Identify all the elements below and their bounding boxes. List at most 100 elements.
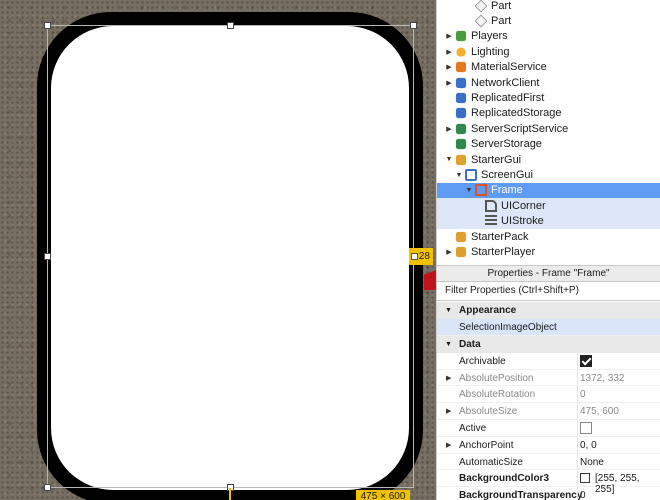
collapse-arrow-icon[interactable]: ▼ — [455, 172, 463, 179]
explorer-item[interactable]: ▼ StarterGui — [437, 152, 660, 167]
checkbox-unchecked[interactable] — [580, 422, 592, 434]
explorer-item[interactable]: ReplicatedFirst — [437, 90, 660, 105]
players-icon — [455, 31, 467, 42]
property-name: Active — [459, 423, 487, 434]
resize-handle-left[interactable] — [44, 253, 51, 260]
column-divider — [577, 403, 578, 419]
corner-radius-handle-icon — [411, 253, 418, 260]
collapse-arrow-icon[interactable]: ▼ — [465, 187, 473, 194]
property-name: BackgroundColor3 — [459, 473, 550, 485]
explorer-item[interactable]: ▶ ServerScriptService — [437, 121, 660, 136]
property-value[interactable]: 475, 600 — [580, 406, 619, 417]
explorer-item-label: ReplicatedStorage — [471, 107, 562, 120]
material-service-icon — [455, 62, 467, 73]
replicated-storage-icon — [455, 108, 467, 119]
explorer-item-label: UIStroke — [501, 215, 544, 228]
checkbox-checked[interactable] — [580, 354, 592, 367]
property-section-data[interactable]: ▼ Data — [437, 335, 660, 353]
frame-fill[interactable] — [51, 26, 409, 490]
column-divider — [577, 487, 578, 500]
explorer-item[interactable]: ServerStorage — [437, 137, 660, 152]
property-value[interactable]: 0, 0 — [580, 440, 597, 451]
starter-pack-icon — [455, 231, 467, 242]
property-value[interactable]: 0 — [580, 389, 586, 400]
explorer-panel: Part Part ▶ Players ▶ Lighting ▶ MaterialServic… — [436, 0, 660, 265]
expand-arrow-icon[interactable]: ▶ — [445, 79, 453, 87]
property-row[interactable]: BackgroundColor3 [255, 255, 255] — [437, 470, 660, 495]
color-swatch[interactable] — [580, 473, 590, 484]
explorer-item-label: Frame — [491, 184, 523, 197]
explorer-item-label: MaterialService — [471, 61, 547, 74]
column-divider — [577, 352, 578, 369]
expand-arrow-icon[interactable]: ▶ — [446, 374, 451, 382]
explorer-item[interactable]: ▼ ScreenGui — [437, 167, 660, 182]
replicated-first-icon — [455, 92, 467, 104]
property-row[interactable]: ▶ AbsolutePosition 1372, 332 — [437, 369, 660, 387]
properties-filter-input[interactable]: Filter Properties (Ctrl+Shift+P) — [437, 282, 660, 301]
explorer-item[interactable]: ▼ Frame — [437, 182, 660, 199]
column-divider — [577, 420, 578, 436]
expand-arrow-icon[interactable]: ▶ — [445, 48, 453, 56]
property-name: Archivable — [459, 355, 506, 367]
explorer-item[interactable]: ▶ StarterPlayer — [437, 244, 660, 259]
screen-gui-icon — [465, 169, 477, 182]
property-value[interactable]: 0 — [580, 490, 586, 500]
starter-player-icon — [455, 246, 467, 258]
property-name: AutomaticSize — [459, 456, 523, 468]
property-row[interactable]: SelectionImageObject — [437, 319, 660, 336]
property-name: AnchorPoint — [459, 439, 514, 451]
expand-arrow-icon[interactable]: ▶ — [445, 248, 453, 256]
explorer-item[interactable]: ▶ MaterialService — [437, 60, 660, 75]
corner-radius-value: 28 — [418, 251, 430, 262]
explorer-item[interactable]: ReplicatedStorage — [437, 106, 660, 121]
explorer-item-label: StarterPlayer — [471, 246, 536, 259]
property-row[interactable]: Active — [437, 420, 660, 437]
property-section-label: Appearance — [459, 305, 517, 316]
property-value[interactable]: None — [580, 457, 604, 468]
column-divider — [577, 453, 578, 470]
property-row[interactable]: BackgroundTransparency 0 — [437, 487, 660, 500]
explorer-item[interactable]: ▶ Lighting — [437, 44, 660, 59]
resize-handle-bottom-left[interactable] — [44, 484, 51, 491]
property-name: BackgroundTransparency — [459, 490, 583, 500]
resize-handle-top-right[interactable] — [410, 22, 417, 29]
property-row[interactable]: ▶ AbsoluteSize 475, 600 — [437, 403, 660, 420]
explorer-item-label: UICorner — [501, 199, 546, 212]
expand-arrow-icon[interactable]: ▶ — [445, 32, 453, 40]
explorer-item[interactable]: StarterPack — [437, 229, 660, 244]
explorer-item-label: Part — [491, 0, 512, 12]
explorer-item-label: ReplicatedFirst — [471, 92, 545, 105]
property-row[interactable]: AbsoluteRotation 0 — [437, 386, 660, 404]
collapse-arrow-icon[interactable]: ▼ — [445, 341, 452, 348]
collapse-arrow-icon[interactable]: ▼ — [445, 307, 452, 314]
property-row[interactable]: Archivable — [437, 352, 660, 370]
expand-arrow-icon[interactable]: ▶ — [446, 407, 451, 415]
explorer-item[interactable]: ▶ Players — [437, 29, 660, 44]
expand-arrow-icon[interactable]: ▶ — [445, 125, 453, 133]
property-section-label: Data — [459, 338, 481, 350]
expand-arrow-icon[interactable]: ▶ — [446, 441, 451, 449]
property-section-appearance[interactable]: ▼ Appearance — [437, 302, 660, 319]
property-value[interactable]: 1372, 332 — [580, 373, 625, 384]
explorer-item[interactable]: UICorner — [437, 198, 660, 214]
explorer-item[interactable]: ▶ NetworkClient — [437, 75, 660, 90]
frame-icon — [475, 184, 487, 197]
corner-radius-badge[interactable]: 28 — [409, 248, 433, 265]
explorer-item-label: StarterGui — [471, 153, 522, 166]
explorer-item[interactable]: UIStroke — [437, 213, 660, 229]
resize-handle-top-left[interactable] — [44, 22, 51, 29]
explorer-item-label: Lighting — [471, 45, 510, 58]
ui-corner-icon — [485, 199, 497, 212]
studio-viewport[interactable]: 28 475 × 600 — [0, 0, 436, 500]
property-row[interactable]: AutomaticSize None — [437, 453, 660, 471]
collapse-arrow-icon[interactable]: ▼ — [445, 156, 453, 163]
property-row[interactable]: ▶ AnchorPoint 0, 0 — [437, 436, 660, 454]
explorer-item[interactable]: Part — [437, 0, 660, 13]
resize-handle-top[interactable] — [227, 22, 234, 29]
expand-arrow-icon[interactable]: ▶ — [445, 63, 453, 71]
column-divider — [577, 319, 578, 335]
explorer-item[interactable]: Part — [437, 13, 660, 28]
server-storage-icon — [455, 139, 467, 150]
explorer-item-label: Part — [491, 15, 512, 28]
property-name: AbsolutePosition — [459, 372, 534, 384]
